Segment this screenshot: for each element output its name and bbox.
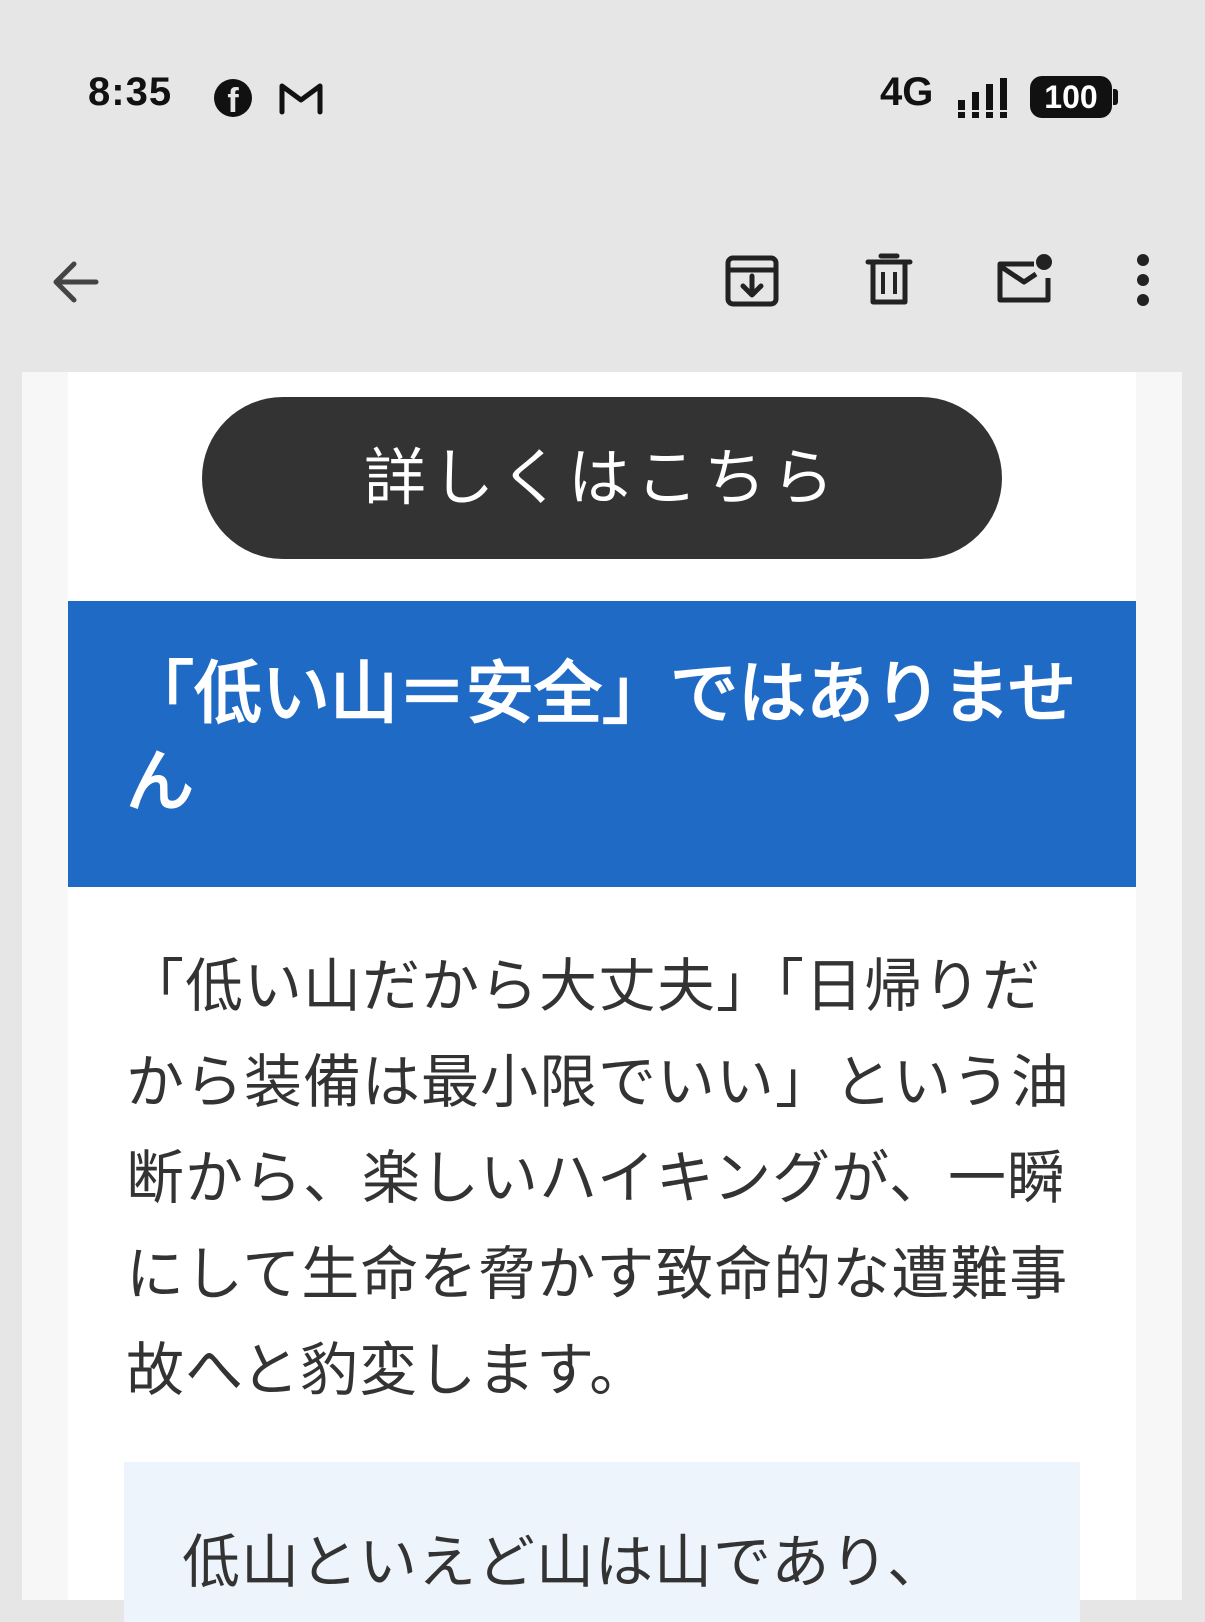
- archive-icon[interactable]: [724, 252, 780, 308]
- gmail-icon: [279, 83, 323, 115]
- status-bar: 8:35 f 4G 100: [0, 0, 1205, 200]
- quote-text: 低山といえど山は山であり、: [182, 1528, 947, 1596]
- more-vert-icon[interactable]: [1125, 250, 1161, 310]
- email-toolbar: [0, 200, 1205, 372]
- back-arrow-icon[interactable]: [44, 250, 108, 314]
- section-heading: 「低い山＝安全」ではありません: [126, 655, 1076, 822]
- battery-icon: 100: [1030, 76, 1112, 118]
- mark-unread-icon[interactable]: [994, 252, 1054, 308]
- network-type: 4G: [880, 70, 934, 114]
- email-content: 詳しくはこちら 「低い山＝安全」ではありません 「低い山だから大丈夫」「日帰りだ…: [68, 372, 1136, 1622]
- body-paragraph: 「低い山だから大丈夫」「日帰りだから装備は最小限でいい」という油断から、楽しいハ…: [126, 952, 1071, 1404]
- details-button[interactable]: 詳しくはこちら: [202, 397, 1002, 559]
- status-time: 8:35: [88, 70, 173, 114]
- email-body: 詳しくはこちら 「低い山＝安全」ではありません 「低い山だから大丈夫」「日帰りだ…: [22, 372, 1182, 1622]
- signal-icon: [958, 78, 1007, 118]
- facebook-icon: f: [214, 79, 252, 117]
- section-heading-banner: 「低い山＝安全」ではありません: [68, 601, 1136, 887]
- quote-box: 低山といえど山は山であり、: [124, 1462, 1080, 1622]
- trash-icon[interactable]: [864, 252, 914, 308]
- battery-tip: [1113, 89, 1118, 105]
